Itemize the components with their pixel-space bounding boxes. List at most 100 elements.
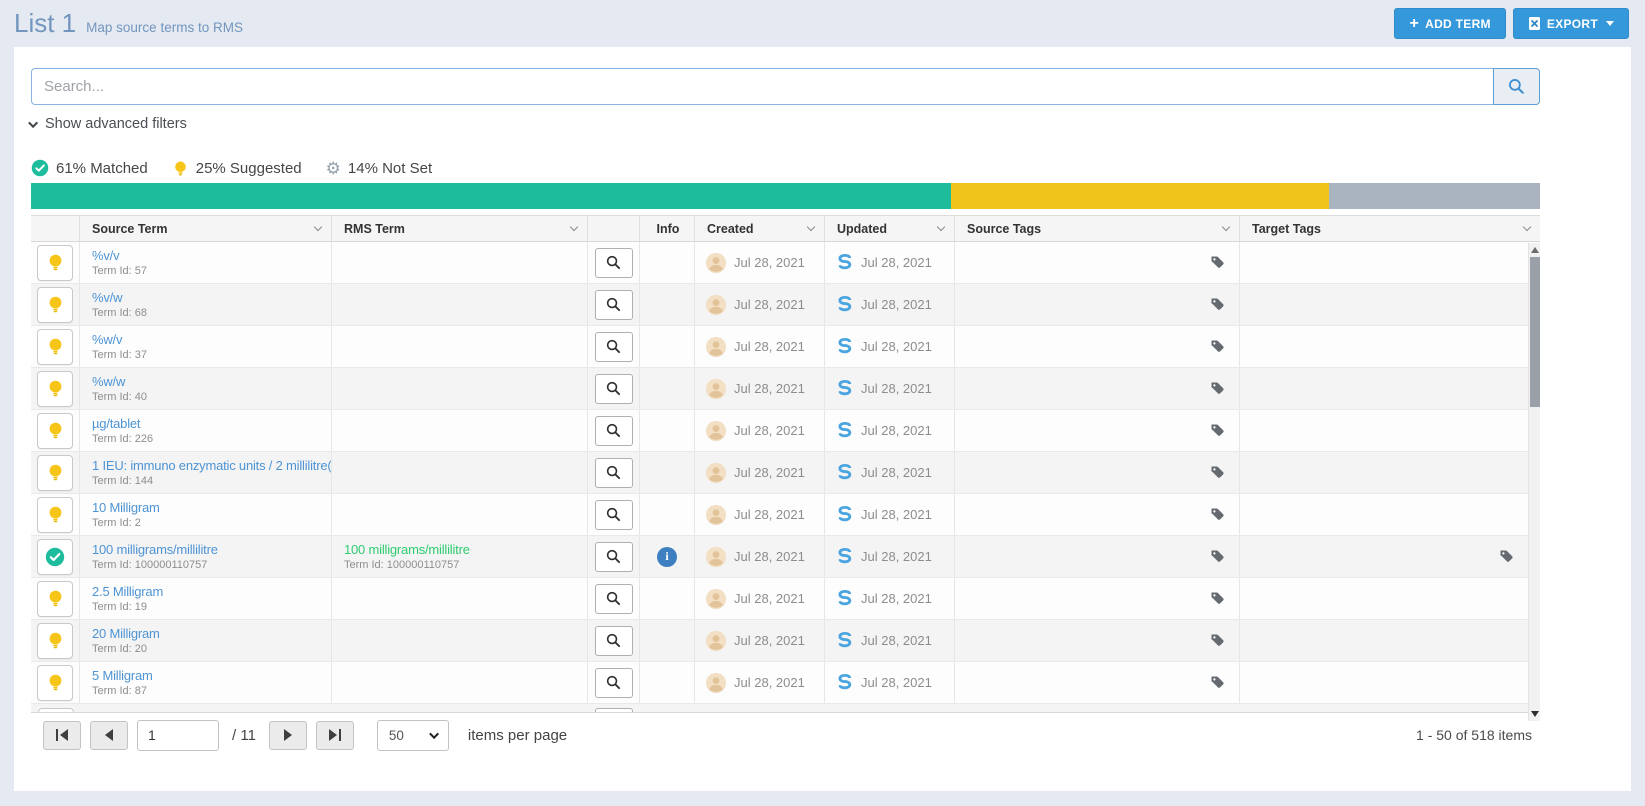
source-term-link[interactable]: µg/tablet (92, 416, 140, 431)
first-page-button[interactable] (43, 721, 81, 750)
tag-icon[interactable] (1499, 549, 1514, 564)
export-button[interactable]: EXPORT (1513, 8, 1629, 39)
source-term-link[interactable]: 20 Milligram (92, 626, 160, 641)
lookup-button[interactable] (595, 626, 633, 656)
source-tags-cell (955, 326, 1240, 367)
column-header-updated[interactable]: Updated (825, 216, 955, 241)
lookup-button[interactable] (595, 584, 633, 614)
tag-icon[interactable] (1210, 633, 1225, 648)
tag-icon[interactable] (1210, 297, 1225, 312)
sort-chevron-icon[interactable] (570, 223, 578, 231)
sync-icon (835, 547, 854, 566)
sync-icon (835, 379, 854, 398)
lookup-button[interactable] (595, 374, 633, 404)
info-cell (640, 452, 695, 493)
sort-chevron-icon[interactable] (314, 223, 322, 231)
magnifier-icon (605, 254, 622, 271)
tag-icon[interactable] (1210, 549, 1225, 564)
lookup-button[interactable] (595, 500, 633, 530)
source-tags-cell (955, 368, 1240, 409)
target-tags-cell (1240, 368, 1528, 409)
column-header-target-tags[interactable]: Target Tags (1240, 216, 1540, 241)
source-term-link[interactable]: 5 Milligram (92, 668, 153, 683)
status-button[interactable] (37, 455, 73, 491)
status-button[interactable] (37, 497, 73, 533)
page-subtitle: Map source terms to RMS (86, 20, 243, 35)
lookup-button[interactable] (595, 290, 633, 320)
updated-date: Jul 28, 2021 (861, 507, 932, 522)
column-header-empty (31, 216, 80, 241)
target-tags-cell (1240, 494, 1528, 535)
tag-icon[interactable] (1210, 591, 1225, 606)
source-term-link[interactable]: 10 Milligram (92, 500, 160, 515)
status-button[interactable] (38, 708, 74, 712)
lookup-button[interactable] (595, 458, 633, 488)
source-term-link[interactable]: 100 milligrams/millilitre (92, 542, 218, 557)
sort-chevron-icon[interactable] (1523, 223, 1531, 231)
source-term-link[interactable]: %w/w (92, 374, 125, 389)
triangle-left-icon (105, 729, 113, 741)
rms-term-link[interactable]: 100 milligrams/millilitre (344, 542, 470, 557)
source-term-id: Term Id: 2 (92, 517, 141, 529)
info-icon[interactable]: i (657, 547, 677, 567)
column-header-source-tags[interactable]: Source Tags (955, 216, 1240, 241)
status-button[interactable] (37, 287, 73, 323)
add-term-button[interactable]: + ADD TERM (1394, 8, 1505, 39)
source-term-link[interactable]: 2.5 Milligram (92, 584, 163, 599)
show-advanced-filters-toggle[interactable]: Show advanced filters (31, 116, 187, 132)
status-button[interactable] (37, 623, 73, 659)
target-tags-cell (1240, 620, 1528, 661)
lookup-button[interactable] (595, 708, 633, 712)
lookup-button[interactable] (595, 668, 633, 698)
source-term-link[interactable]: %w/v (92, 332, 122, 347)
tag-icon[interactable] (1210, 465, 1225, 480)
status-button[interactable] (37, 581, 73, 617)
tag-icon[interactable] (1210, 381, 1225, 396)
tag-icon[interactable] (1210, 423, 1225, 438)
status-button[interactable] (37, 245, 73, 281)
source-term-link[interactable]: 1 IEU: immuno enzymatic units / 2 millil… (92, 458, 332, 473)
lookup-button[interactable] (595, 248, 633, 278)
status-button[interactable] (37, 413, 73, 449)
status-button[interactable] (37, 371, 73, 407)
rms-term-cell (332, 578, 588, 619)
lookup-button[interactable] (595, 416, 633, 446)
sort-chevron-icon[interactable] (937, 223, 945, 231)
source-term-link[interactable]: %v/v (92, 248, 119, 263)
lookup-button[interactable] (595, 332, 633, 362)
scrollbar-thumb[interactable] (1530, 257, 1540, 407)
tag-icon[interactable] (1210, 675, 1225, 690)
sort-chevron-icon[interactable] (807, 223, 815, 231)
scroll-up-icon[interactable] (1531, 247, 1539, 253)
last-page-button[interactable] (316, 721, 354, 750)
previous-page-button[interactable] (90, 721, 128, 750)
status-button[interactable] (37, 665, 73, 701)
tag-icon[interactable] (1210, 507, 1225, 522)
tag-icon[interactable] (1210, 339, 1225, 354)
search-button[interactable] (1493, 68, 1540, 105)
tag-icon[interactable] (1210, 255, 1225, 270)
next-page-button[interactable] (269, 721, 307, 750)
search-input[interactable] (31, 68, 1493, 105)
target-tags-cell (1240, 578, 1528, 619)
created-cell: Jul 28, 2021 (695, 452, 825, 493)
sort-chevron-icon[interactable] (1222, 223, 1230, 231)
page-number-input[interactable] (137, 720, 219, 751)
column-label: Source Term (92, 222, 168, 236)
status-button[interactable] (37, 329, 73, 365)
table-scrollbar[interactable] (1528, 243, 1540, 721)
page-size-select[interactable]: 50 (377, 720, 449, 751)
lookup-button[interactable] (595, 542, 633, 572)
source-term-link[interactable]: %v/w (92, 290, 122, 305)
updated-date: Jul 28, 2021 (861, 465, 932, 480)
column-header-source-term[interactable]: Source Term (80, 216, 332, 241)
status-button[interactable] (37, 539, 73, 575)
updated-date: Jul 28, 2021 (861, 549, 932, 564)
scroll-down-icon[interactable] (1531, 711, 1539, 717)
rms-term-cell (332, 620, 588, 661)
table-header-row: Source TermRMS TermInfoCreatedUpdatedSou… (31, 215, 1540, 242)
lookup-cell (588, 410, 640, 451)
column-header-created[interactable]: Created (695, 216, 825, 241)
source-tags-cell (955, 284, 1240, 325)
column-header-rms-term[interactable]: RMS Term (332, 216, 588, 241)
